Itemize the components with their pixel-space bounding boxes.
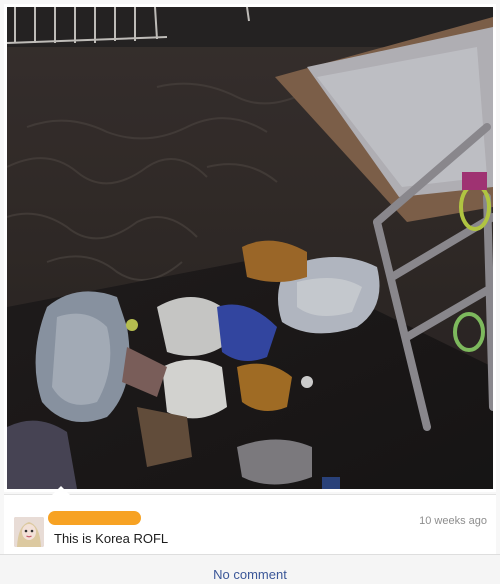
photo-frame	[4, 4, 496, 492]
no-comment-link[interactable]: No comment	[213, 567, 287, 582]
post-timestamp[interactable]: 10 weeks ago	[419, 515, 487, 527]
post-card: 10 weeks ago This is Korea ROFL No comme…	[0, 0, 500, 584]
avatar[interactable]	[14, 517, 44, 547]
speech-caret	[52, 486, 70, 495]
post-panel: 10 weeks ago This is Korea ROFL	[4, 486, 496, 555]
post-photo[interactable]	[7, 7, 493, 489]
author-name-redaction	[48, 511, 141, 525]
comment-bar: No comment	[0, 554, 500, 584]
post-text: This is Korea ROFL	[54, 531, 169, 546]
